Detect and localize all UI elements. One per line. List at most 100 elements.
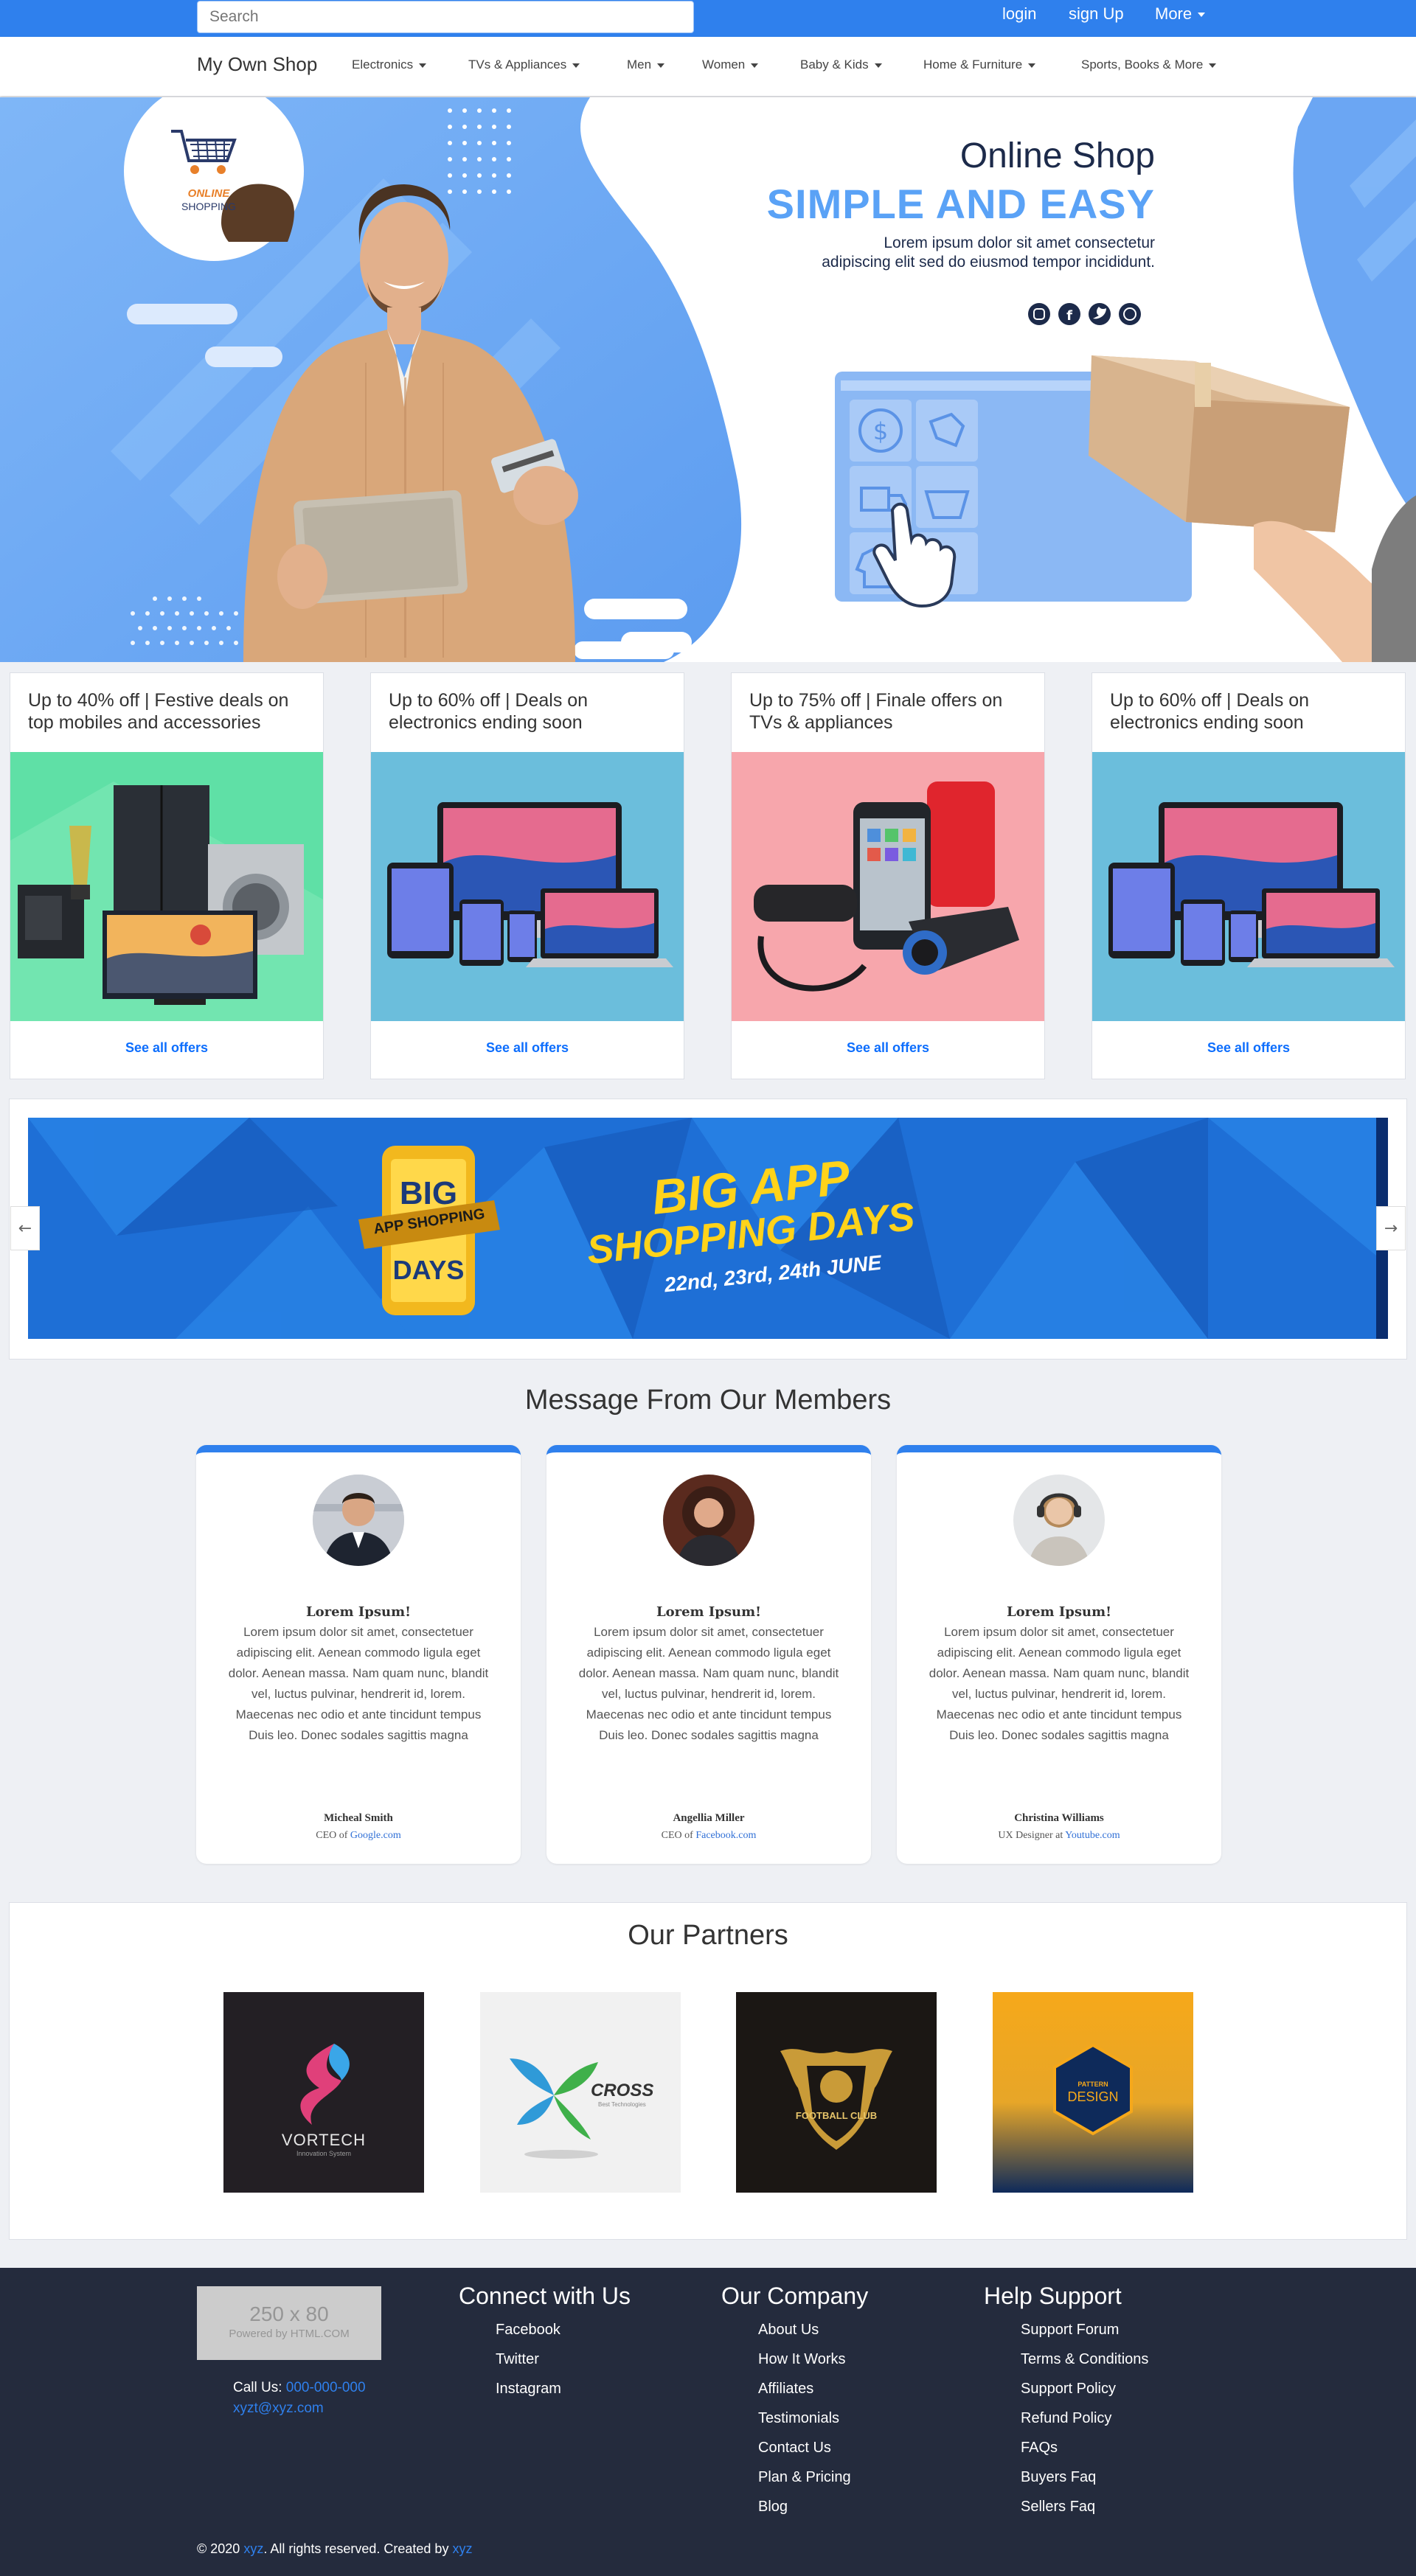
member-name: Micheal Smith [324, 1812, 393, 1824]
creator-link[interactable]: xyz [452, 2541, 472, 2556]
member-role: UX Designer at Youtube.com [897, 1830, 1221, 1842]
hero-text-line2: adipiscing elit sed do eiusmod tempor in… [822, 254, 1155, 271]
member-message: Lorem ipsum dolor sit amet, consectetuer… [228, 1625, 489, 1742]
footer-link-twitter[interactable]: Twitter [496, 2351, 561, 2381]
nav-label: Men [627, 58, 652, 72]
email-link[interactable]: xyzt@xyz.com [233, 2398, 366, 2419]
member-heading: Lorem Ipsum! [1006, 1604, 1112, 1620]
footer-link-contact[interactable]: Contact Us [758, 2440, 851, 2469]
nav-label: Baby & Kids [800, 58, 869, 72]
footer-link-testimonials[interactable]: Testimonials [758, 2410, 851, 2440]
footer-link-facebook[interactable]: Facebook [496, 2322, 561, 2351]
member-card: Lorem Ipsum! Lorem ipsum dolor sit amet,… [546, 1445, 871, 1864]
chevron-down-icon [1028, 63, 1036, 68]
footer-heading-company: Our Company [721, 2283, 869, 2309]
deal-card: Up to 60% off | Deals on electronics end… [1092, 672, 1406, 1079]
see-all-offers-link[interactable]: See all offers [1092, 1040, 1405, 1056]
partner-logo-football-club[interactable]: FOOTBALL CLUB [736, 1992, 937, 2193]
nav-baby-kids[interactable]: Baby & Kids [800, 58, 882, 72]
footer-heading-connect: Connect with Us [459, 2283, 631, 2309]
see-all-offers-link[interactable]: See all offers [732, 1040, 1044, 1056]
company-link[interactable]: Google.com [350, 1830, 401, 1841]
member-name: Angellia Miller [673, 1812, 745, 1824]
footer-link-sellers-faq[interactable]: Sellers Faq [1021, 2499, 1148, 2528]
member-card: Lorem Ipsum! Lorem ipsum dolor sit amet,… [196, 1445, 521, 1864]
footer-link-pricing[interactable]: Plan & Pricing [758, 2469, 851, 2499]
footer-link-blog[interactable]: Blog [758, 2499, 851, 2528]
deal-title: Up to 60% off | Deals on electronics end… [1110, 690, 1310, 733]
member-heading: Lorem Ipsum! [305, 1604, 412, 1620]
big-app-banner[interactable]: BIG APP SHOPPING DAYS BIG APP SHOPPING D… [28, 1118, 1388, 1339]
copyright: © 2020 xyz. All rights reserved. Created… [197, 2541, 472, 2557]
footer-link-faqs[interactable]: FAQs [1021, 2440, 1148, 2469]
role-prefix: CEO of [316, 1830, 348, 1841]
chevron-down-icon [419, 63, 427, 68]
carousel-next-button[interactable]: → [1376, 1206, 1406, 1250]
nav-label: Sports, Books & More [1081, 58, 1204, 72]
partner-name: DESIGN [1067, 2089, 1119, 2104]
footer-link-support-policy[interactable]: Support Policy [1021, 2381, 1148, 2410]
footer-support-list: Support Forum Terms & Conditions Support… [1021, 2322, 1148, 2528]
partner-tag: Innovation System [296, 2150, 352, 2157]
partner-logo-vortech[interactable]: VORTECH Innovation System [223, 1992, 424, 2193]
company-link[interactable]: Youtube.com [1065, 1830, 1120, 1841]
svg-text:$: $ [873, 417, 888, 445]
carousel-prev-button[interactable]: ← [10, 1206, 40, 1250]
search-input[interactable] [197, 1, 694, 33]
footer-logo-placeholder: 250 x 80 Powered by HTML.COM [197, 2286, 381, 2360]
footer-link-about[interactable]: About Us [758, 2322, 851, 2351]
appliances-image [10, 752, 323, 1021]
nav-tvs-appliances[interactable]: TVs & Appliances [468, 58, 580, 72]
more-dropdown[interactable]: More [1155, 4, 1206, 24]
nav-women[interactable]: Women [702, 58, 759, 72]
deal-title: Up to 40% off | Festive deals on top mob… [28, 690, 289, 733]
hero-text-line1: Lorem ipsum dolor sit amet consectetur [884, 234, 1155, 251]
nav-label: TVs & Appliances [468, 58, 567, 72]
placeholder-size: 250 x 80 [249, 2302, 329, 2325]
deal-title: Up to 60% off | Deals on electronics end… [389, 690, 589, 733]
avatar [313, 1475, 404, 1566]
nav-home-furniture[interactable]: Home & Furniture [923, 58, 1036, 72]
company-link[interactable]: Facebook.com [695, 1830, 756, 1841]
footer-heading-support: Help Support [984, 2283, 1122, 2309]
chevron-down-icon [1209, 63, 1217, 68]
member-name: Christina Williams [1014, 1812, 1104, 1824]
brand-link[interactable]: My Own Shop [197, 53, 317, 76]
member-role: CEO of Google.com [196, 1830, 521, 1842]
members-section-title: Message From Our Members [524, 1385, 892, 1416]
member-message: Lorem ipsum dolor sit amet, consectetuer… [578, 1625, 839, 1742]
chevron-down-icon [874, 63, 882, 68]
footer-link-buyers-faq[interactable]: Buyers Faq [1021, 2469, 1148, 2499]
phone-line2: DAYS [392, 1255, 465, 1285]
footer-link-refund-policy[interactable]: Refund Policy [1021, 2410, 1148, 2440]
partner-logo-cross[interactable]: CROSS Best Technologies [480, 1992, 681, 2193]
phone-link[interactable]: 000-000-000 [286, 2380, 366, 2395]
chevron-down-icon [657, 63, 665, 68]
nav-men[interactable]: Men [627, 58, 665, 72]
logo-text-online: ONLINE [187, 187, 230, 200]
copyright-link[interactable]: xyz [243, 2541, 263, 2556]
footer-link-affiliates[interactable]: Affiliates [758, 2381, 851, 2410]
login-link[interactable]: login [1002, 4, 1036, 24]
partner-logo-design[interactable]: PATTERN DESIGN [993, 1992, 1193, 2193]
partner-tag: Best Technologies [598, 2101, 646, 2108]
signup-link[interactable]: sign Up [1069, 4, 1124, 24]
hero-title: Online Shop [959, 136, 1155, 175]
partner-name: VORTECH [281, 2131, 367, 2149]
electronics-image [1092, 752, 1405, 1021]
copyright-prefix: © 2020 [197, 2541, 240, 2556]
partner-tag: PATTERN [1077, 2081, 1108, 2088]
call-label: Call Us: [233, 2380, 282, 2395]
footer-link-support-forum[interactable]: Support Forum [1021, 2322, 1148, 2351]
avatar [1013, 1475, 1105, 1566]
instagram-icon [1028, 303, 1050, 325]
footer-link-instagram[interactable]: Instagram [496, 2381, 561, 2410]
see-all-offers-link[interactable]: See all offers [371, 1040, 684, 1056]
see-all-offers-link[interactable]: See all offers [10, 1040, 323, 1056]
footer-link-terms[interactable]: Terms & Conditions [1021, 2351, 1148, 2381]
footer-link-how-it-works[interactable]: How It Works [758, 2351, 851, 2381]
copyright-text: . All rights reserved. Created by [263, 2541, 449, 2556]
nav-sports-books[interactable]: Sports, Books & More [1081, 58, 1217, 72]
nav-label: Electronics [352, 58, 414, 72]
nav-electronics[interactable]: Electronics [352, 58, 427, 72]
